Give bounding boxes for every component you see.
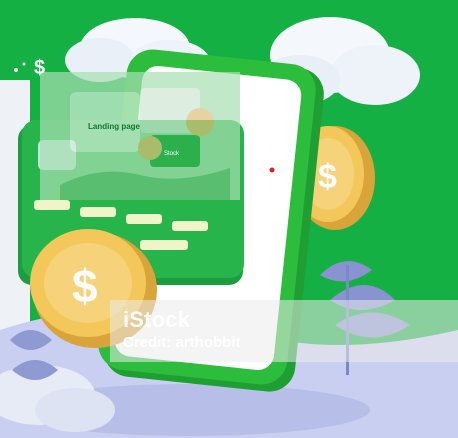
svg-text:$: $ — [34, 57, 45, 79]
watermark-brand: iStock — [123, 307, 191, 332]
inset-screenshot — [40, 72, 240, 200]
svg-text:$: $ — [318, 158, 337, 196]
inset-subtitle: Stock — [164, 151, 180, 157]
illustration-scene: $ $ $ — [0, 0, 458, 438]
svg-text:$: $ — [72, 260, 98, 312]
watermark-credit: Credit: arthobbit — [123, 334, 241, 351]
payment-illustration: $ $ $ — [0, 0, 458, 438]
inset-title: Landing page — [88, 122, 140, 131]
